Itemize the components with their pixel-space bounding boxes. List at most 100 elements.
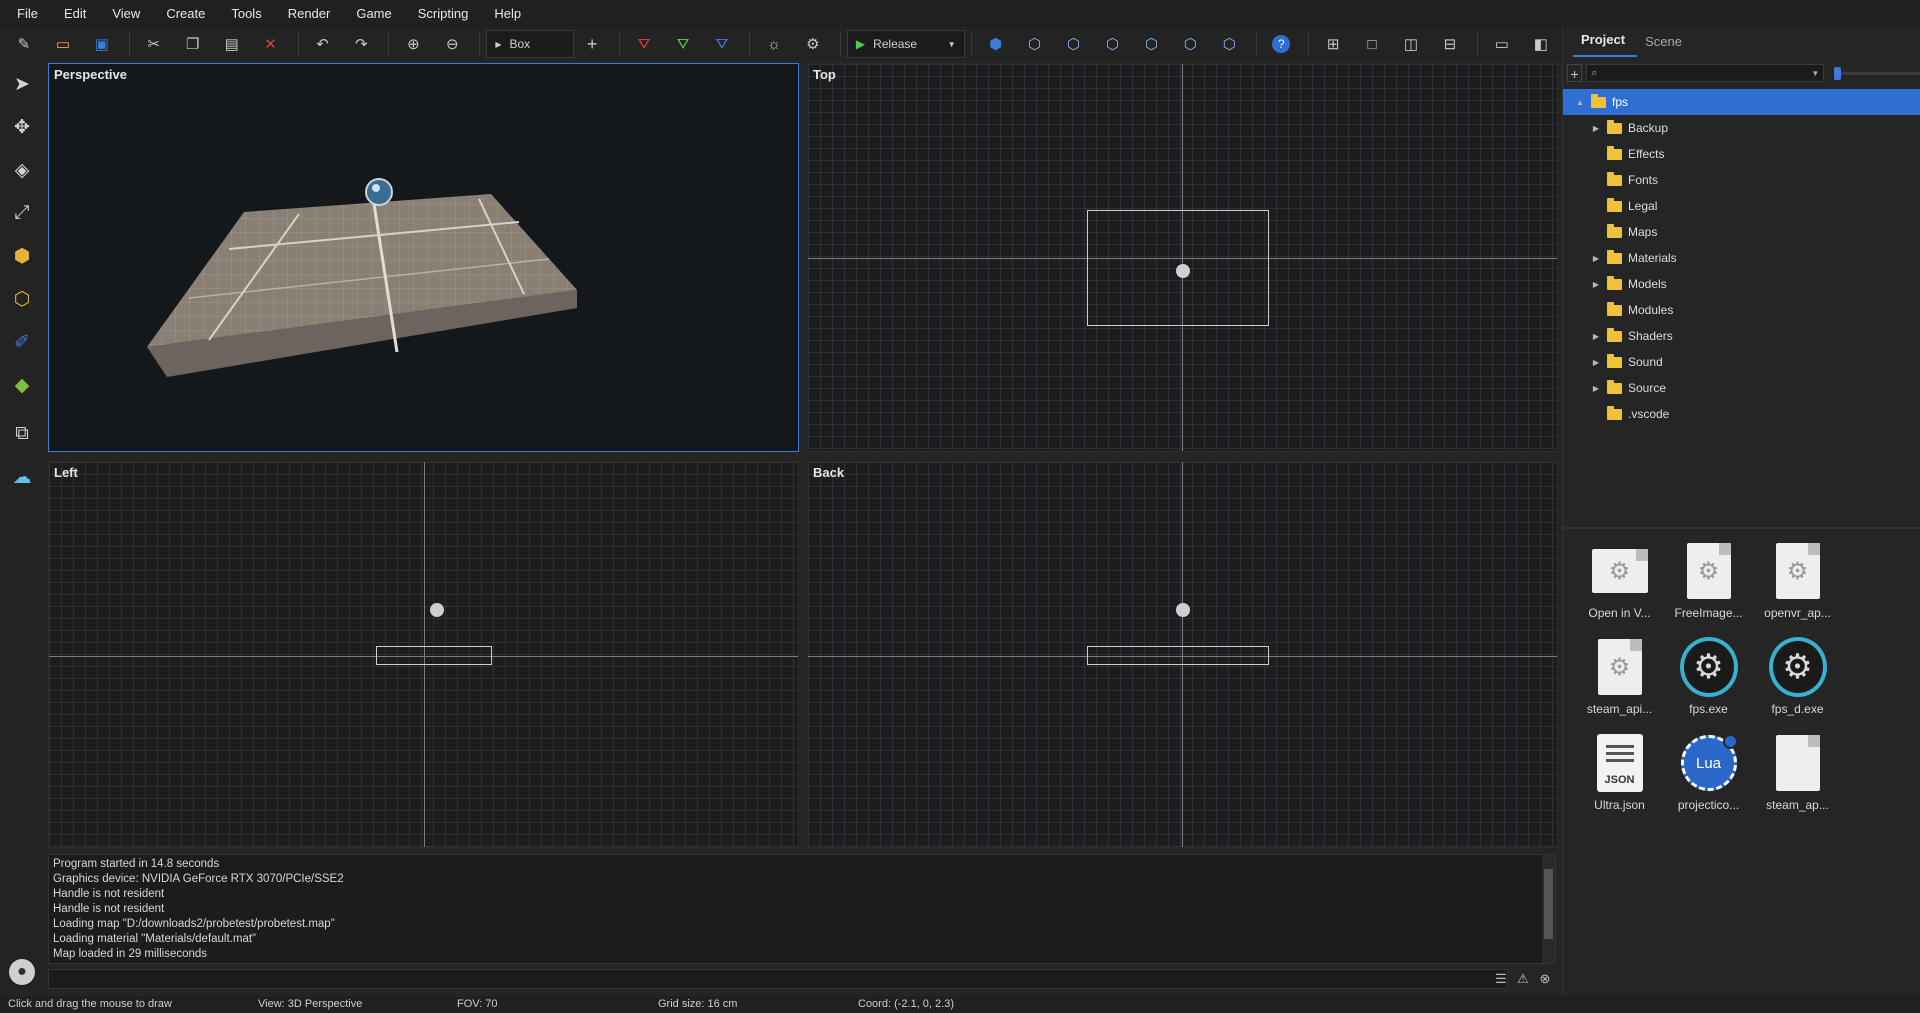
paint-brush-icon[interactable]: ✐ — [5, 325, 39, 359]
slider-thumb[interactable] — [1834, 66, 1842, 80]
search-input[interactable]: ⌕ ▼ — [1586, 64, 1825, 82]
view-left-icon[interactable]: ⬡ — [1094, 31, 1130, 57]
menu-tools[interactable]: Tools — [222, 0, 278, 27]
expand-arrow-icon[interactable]: ▶ — [1589, 384, 1603, 393]
expand-arrow-icon[interactable]: ▶ — [1589, 254, 1603, 263]
tree-item-source[interactable]: ▶ Source — [1563, 375, 1920, 401]
redo-icon[interactable]: ↷ — [344, 31, 380, 57]
tree-item-sound[interactable]: ▶ Sound — [1563, 349, 1920, 375]
viewport-top[interactable]: Top — [807, 63, 1558, 452]
tree-item-effects[interactable]: Effects — [1563, 141, 1920, 167]
layout-vertical-split-icon[interactable]: ◫ — [1393, 31, 1429, 57]
asset-item[interactable]: ⚙ steam_api... — [1575, 636, 1664, 732]
user-avatar-icon[interactable]: ● — [9, 959, 35, 985]
menu-scripting[interactable]: Scripting — [409, 0, 486, 27]
help-icon[interactable]: ? — [1263, 31, 1299, 57]
menu-create[interactable]: Create — [157, 0, 222, 27]
tab-project[interactable]: Project — [1573, 32, 1638, 57]
expand-arrow-icon[interactable]: ▶ — [1589, 332, 1603, 341]
console-scrollbar[interactable] — [1542, 855, 1555, 963]
expand-arrow-icon[interactable]: ▶ — [1589, 358, 1603, 367]
layout-single-icon[interactable]: □ — [1354, 31, 1390, 57]
select-tool-icon[interactable]: ➤ — [5, 67, 39, 101]
new-file-icon[interactable]: ✎ — [6, 31, 42, 57]
menu-game[interactable]: Game — [347, 0, 408, 27]
copy-icon[interactable]: ❐ — [175, 31, 211, 57]
menu-file[interactable]: File — [8, 0, 55, 27]
collapse-arrow-icon[interactable]: ▲ — [1573, 98, 1587, 107]
menu-view[interactable]: View — [103, 0, 157, 27]
tree-item-shaders[interactable]: ▶ Shaders — [1563, 323, 1920, 349]
tree-item-modules[interactable]: Modules — [1563, 297, 1920, 323]
asset-item[interactable]: JSON Ultra.json — [1575, 732, 1664, 828]
asset-item[interactable]: steam_ap... — [1753, 732, 1842, 828]
vertex-edit-icon[interactable]: ⬡ — [5, 282, 39, 316]
scrollbar-thumb[interactable] — [1544, 869, 1553, 939]
tree-item-legal[interactable]: Legal — [1563, 193, 1920, 219]
toggle-sidebar-icon[interactable]: ◧ — [1523, 31, 1559, 57]
asset-item[interactable]: ⚙ Open in V... — [1575, 540, 1664, 636]
asset-item[interactable]: ⚙ fps_d.exe — [1753, 636, 1842, 732]
console-output[interactable]: Program started in 14.8 seconds Graphics… — [48, 854, 1556, 964]
view-right-icon[interactable]: ⬡ — [1133, 31, 1169, 57]
mirror-x-icon[interactable]: ⛛ — [626, 31, 662, 57]
layout-quad-icon[interactable]: ⊞ — [1315, 31, 1351, 57]
mirror-y-icon[interactable]: ⛛ — [665, 31, 701, 57]
chevron-down-icon[interactable]: ▼ — [1811, 69, 1819, 78]
mirror-z-icon[interactable]: ⛛ — [704, 31, 740, 57]
tree-item-maps[interactable]: Maps — [1563, 219, 1920, 245]
add-primitive-icon[interactable]: + — [574, 31, 610, 57]
play-icon[interactable]: ▶ — [856, 37, 865, 51]
terrain-icon[interactable]: ◆ — [5, 368, 39, 402]
tree-root-fps[interactable]: ▲ fps — [1563, 89, 1920, 115]
asset-item[interactable]: Lua projectico... — [1664, 732, 1753, 828]
probe-marker[interactable] — [430, 603, 444, 617]
thumbnail-size-slider[interactable] — [1834, 66, 1920, 80]
view-front-icon[interactable]: ⬡ — [1017, 31, 1053, 57]
cut-icon[interactable]: ✂ — [136, 31, 172, 57]
scale-tool-icon[interactable]: ⤢ — [5, 196, 39, 230]
save-icon[interactable]: ▣ — [84, 31, 120, 57]
menu-render[interactable]: Render — [279, 0, 348, 27]
expand-arrow-icon[interactable]: ▶ — [1589, 280, 1603, 289]
warning-icon[interactable]: ⚠ — [1512, 969, 1534, 989]
box-outline[interactable] — [1087, 646, 1269, 665]
asset-item[interactable]: ⚙ fps.exe — [1664, 636, 1753, 732]
settings-icon[interactable]: ⚙ — [795, 31, 831, 57]
tree-item-backup[interactable]: ▶ Backup — [1563, 115, 1920, 141]
probe-marker[interactable] — [1176, 603, 1190, 617]
rotate-tool-icon[interactable]: ◈ — [5, 153, 39, 187]
tree-item-fonts[interactable]: Fonts — [1563, 167, 1920, 193]
menu-edit[interactable]: Edit — [55, 0, 103, 27]
menu-help[interactable]: Help — [485, 0, 538, 27]
cube-solid-icon[interactable]: ⬢ — [978, 31, 1014, 57]
paste-icon[interactable]: ▤ — [214, 31, 250, 57]
list-icon[interactable]: ☰ — [1490, 969, 1512, 989]
create-brush-icon[interactable]: ⬢ — [5, 239, 39, 273]
view-bottom-icon[interactable]: ⬡ — [1211, 31, 1247, 57]
delete-icon[interactable]: ✕ — [253, 31, 289, 57]
zoom-in-icon[interactable]: ⊕ — [395, 31, 431, 57]
move-tool-icon[interactable]: ✥ — [5, 110, 39, 144]
build-config-dropdown[interactable]: ▶ Release ▼ — [846, 30, 965, 58]
tree-item-materials[interactable]: ▶ Materials — [1563, 245, 1920, 271]
viewport-perspective[interactable]: Perspective — [48, 63, 799, 452]
cloud-download-icon[interactable]: ☁ — [5, 460, 39, 494]
open-folder-icon[interactable]: ▭ — [45, 31, 81, 57]
probe-marker[interactable] — [1176, 264, 1190, 278]
hierarchy-icon[interactable]: ⧉ — [5, 417, 39, 451]
light-icon[interactable]: ☼ — [756, 31, 792, 57]
asset-item[interactable]: ⚙ FreeImage... — [1664, 540, 1753, 636]
viewport-left[interactable]: Left — [48, 461, 799, 848]
viewport-back[interactable]: Back — [807, 461, 1558, 848]
expand-arrow-icon[interactable]: ▶ — [1589, 124, 1603, 133]
add-asset-button[interactable]: + — [1567, 64, 1583, 82]
tree-item-vscode[interactable]: .vscode — [1563, 401, 1920, 427]
layout-three-icon[interactable]: ⊟ — [1432, 31, 1468, 57]
primitive-dropdown[interactable]: ▶ Box — [486, 30, 575, 58]
box-outline[interactable] — [376, 646, 492, 665]
clear-icon[interactable]: ⊗ — [1534, 969, 1556, 989]
view-back-icon[interactable]: ⬡ — [1056, 31, 1092, 57]
asset-item[interactable]: ⚙ openvr_ap... — [1753, 540, 1842, 636]
tab-scene[interactable]: Scene — [1637, 34, 1694, 57]
